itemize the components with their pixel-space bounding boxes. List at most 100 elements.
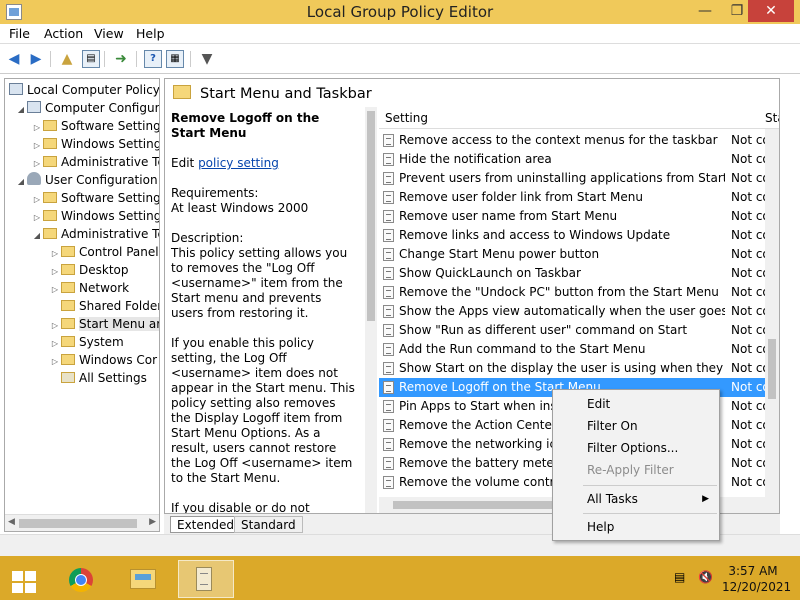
help-icon[interactable]: ? — [144, 50, 162, 68]
row-setting-name: Remove user folder link from Start Menu — [399, 190, 644, 204]
tree-item-start-menu-and-taskbar[interactable]: ▷ Start Menu ar — [49, 315, 159, 333]
tab-extended[interactable]: Extended — [170, 516, 241, 533]
taskbar-file-explorer[interactable] — [118, 560, 168, 598]
policy-setting-icon — [383, 324, 394, 337]
tree-item-local-computer-policy[interactable]: Local Computer Policy — [9, 81, 159, 99]
tab-standard[interactable]: Standard — [234, 516, 303, 533]
context-menu-filter-options[interactable]: Filter Options... — [587, 441, 678, 455]
tree-item-windows-components[interactable]: ▷ Windows Cor — [49, 351, 157, 369]
maximize-button[interactable]: ❐ — [724, 0, 750, 22]
folder-icon — [43, 138, 57, 149]
filter-icon[interactable]: ▼ — [198, 50, 216, 68]
back-arrow-icon[interactable]: ◀ — [5, 50, 23, 68]
computer-policy-icon — [9, 83, 23, 95]
context-menu-reapply-filter: Re-Apply Filter — [587, 463, 674, 477]
taskbar-chrome[interactable] — [56, 560, 106, 598]
folder-icon — [43, 192, 57, 203]
description-scrollbar[interactable] — [365, 107, 377, 513]
up-folder-icon[interactable]: ▲ — [58, 50, 76, 68]
clock-date: 12/20/2021 — [722, 580, 792, 594]
folder-icon — [61, 246, 75, 257]
table-row[interactable]: Show QuickLaunch on Taskbar Not cor — [379, 264, 771, 283]
tree-item-cc-administrative-templates[interactable]: ▷ Administrative Te — [31, 153, 159, 171]
table-row[interactable]: Remove user folder link from Start Menu N… — [379, 188, 771, 207]
scrollbar-thumb[interactable] — [768, 339, 776, 399]
scrollbar-thumb[interactable] — [19, 519, 137, 528]
table-row[interactable]: Add the Run command to the Start Menu Not… — [379, 340, 771, 359]
title-bar: Local Group Policy Editor — ❐ ✕ — [0, 0, 800, 24]
policy-setting-icon — [383, 419, 394, 432]
tree-item-shared-folders[interactable]: Shared Folder — [49, 297, 159, 315]
column-header-setting[interactable]: Setting — [385, 111, 428, 125]
edit-policy-setting-link[interactable]: policy setting — [198, 156, 279, 170]
row-setting-name: Remove user name from Start Menu — [399, 209, 618, 223]
tree-item-cc-software-settings[interactable]: ▷ Software Settings — [31, 117, 159, 135]
policy-setting-icon — [383, 457, 394, 470]
tree-item-cc-windows-settings[interactable]: ▷ Windows Setting — [31, 135, 159, 153]
tree-item-system[interactable]: ▷ System — [49, 333, 124, 351]
scroll-left-icon[interactable]: ◀ — [8, 517, 15, 527]
table-row[interactable]: Remove the "Undock PC" button from the S… — [379, 283, 771, 302]
tree-item-computer-configuration[interactable]: ◢ Computer Configura — [15, 99, 159, 119]
tree-item-all-settings[interactable]: All Settings — [49, 369, 147, 387]
table-row[interactable]: Hide the notification area Not cor — [379, 150, 771, 169]
expand-arrow-icon[interactable]: ◢ — [31, 227, 43, 245]
table-row[interactable]: Show the Apps view automatically when th… — [379, 302, 771, 321]
console-tree[interactable]: Local Computer Policy ◢ Computer Configur… — [4, 78, 160, 532]
description: Description: This policy setting allows y… — [171, 231, 348, 320]
properties-icon[interactable]: ▦ — [166, 50, 184, 68]
minimize-button[interactable]: — — [692, 0, 718, 22]
menu-action[interactable]: Action — [44, 26, 83, 41]
policy-setting-icon — [383, 210, 394, 223]
folder-icon — [61, 354, 75, 365]
folder-icon — [43, 156, 57, 167]
tree-item-uc-windows-settings[interactable]: ▷ Windows Setting — [31, 207, 159, 225]
start-button[interactable] — [0, 560, 50, 598]
computer-icon — [27, 101, 41, 113]
toolbar-separator — [104, 51, 105, 67]
tree-item-control-panel[interactable]: ▷ Control Panel — [49, 243, 159, 261]
policy-setting-icon — [383, 248, 394, 261]
tree-item-uc-software-settings[interactable]: ▷ Software Settings — [31, 189, 159, 207]
table-row[interactable]: Prevent users from uninstalling applicat… — [379, 169, 771, 188]
table-row[interactable]: Change Start Menu power button Not cor — [379, 245, 771, 264]
context-menu-help[interactable]: Help — [587, 520, 614, 534]
folder-icon — [61, 336, 75, 347]
windows-logo-icon — [12, 571, 36, 593]
tree-item-user-configuration[interactable]: ◢ User Configuration — [15, 171, 158, 189]
policy-setting-icon — [383, 438, 394, 451]
forward-arrow-icon[interactable]: ▶ — [27, 50, 45, 68]
table-row[interactable]: Remove access to the context menus for t… — [379, 131, 771, 150]
menu-help[interactable]: Help — [136, 26, 165, 41]
folder-icon — [43, 120, 57, 131]
context-menu-filter-on[interactable]: Filter On — [587, 419, 638, 433]
tree-item-network[interactable]: ▷ Network — [49, 279, 129, 297]
list-vertical-scrollbar[interactable] — [765, 129, 779, 499]
window-title: Local Group Policy Editor — [306, 3, 494, 21]
scroll-right-icon[interactable]: ▶ — [149, 517, 156, 527]
menu-file[interactable]: File — [9, 26, 30, 41]
description-enabled: If you enable this policy setting, the L… — [171, 336, 355, 485]
table-row[interactable]: Show "Run as different user" command on … — [379, 321, 771, 340]
table-row[interactable]: Remove links and access to Windows Updat… — [379, 226, 771, 245]
table-row[interactable]: Remove user name from Start Menu Not cor — [379, 207, 771, 226]
export-list-icon[interactable]: ➜ — [112, 50, 130, 68]
content-header-title: Start Menu and Taskbar — [200, 86, 372, 102]
show-hide-tree-icon[interactable]: ▤ — [82, 50, 100, 68]
table-row[interactable]: Show Start on the display the user is us… — [379, 359, 771, 378]
context-menu-all-tasks[interactable]: All Tasks — [587, 492, 638, 506]
network-tray-icon[interactable]: ▤ — [674, 570, 685, 584]
scrollbar-thumb[interactable] — [367, 111, 375, 321]
taskbar-group-policy-editor[interactable] — [178, 560, 234, 598]
tree-item-uc-administrative-templates[interactable]: ◢ Administrative Te — [31, 225, 159, 245]
context-menu-edit[interactable]: Edit — [587, 397, 610, 411]
menu-view[interactable]: View — [94, 26, 124, 41]
close-button[interactable]: ✕ — [748, 0, 794, 22]
tree-item-desktop[interactable]: ▷ Desktop — [49, 261, 129, 279]
column-header-state[interactable]: Sta — [765, 111, 779, 125]
expand-arrow-icon[interactable]: ◢ — [15, 173, 27, 191]
volume-muted-tray-icon[interactable]: 🔇 — [698, 570, 713, 584]
tree-horizontal-scrollbar[interactable]: ◀ ▶ — [5, 514, 159, 531]
taskbar-clock[interactable]: 3:57 AM 12/20/2021 — [722, 563, 792, 595]
expand-arrow-icon[interactable]: ◢ — [15, 101, 27, 119]
